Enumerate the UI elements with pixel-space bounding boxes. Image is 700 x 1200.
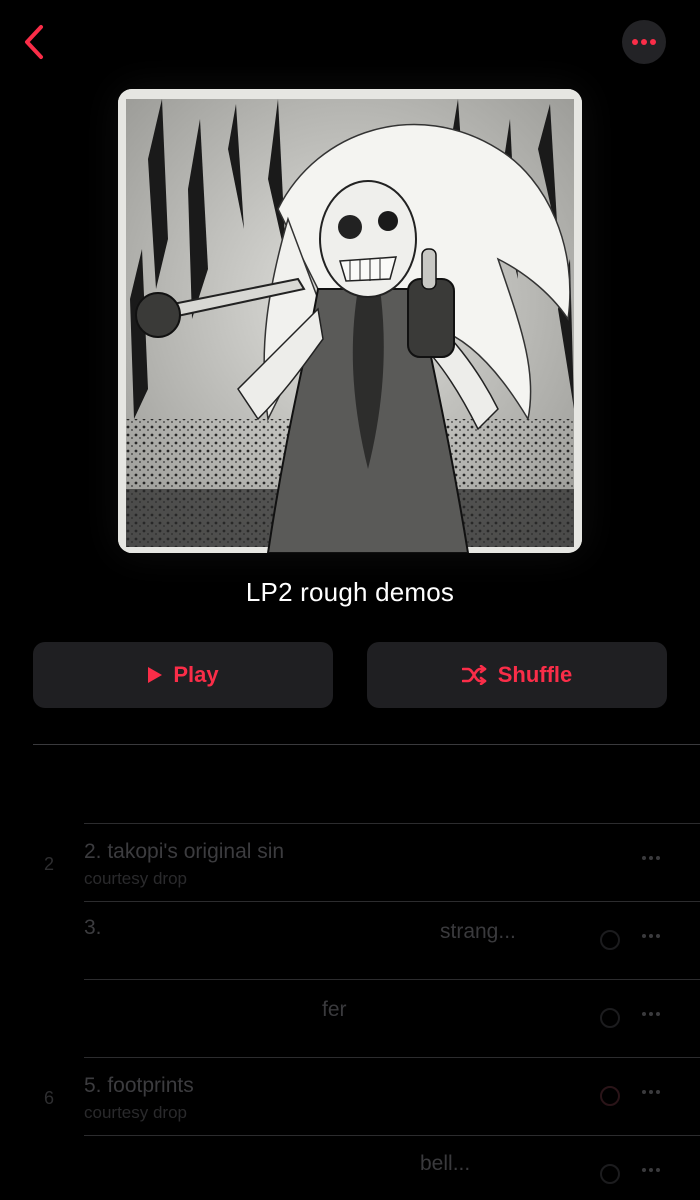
download-icon — [600, 930, 620, 950]
download-icon — [600, 1086, 620, 1106]
album-title: LP2 rough demos — [245, 577, 455, 607]
chevron-left-icon — [25, 25, 43, 59]
track-row[interactable]: bell... — [0, 1136, 700, 1200]
download-icon — [600, 1164, 620, 1184]
play-icon — [148, 667, 163, 683]
track-more-button[interactable] — [642, 1012, 660, 1016]
track-number: 6 — [44, 1088, 55, 1108]
track-title: 3. — [84, 916, 102, 939]
shuffle-button[interactable]: Shuffle — [367, 642, 667, 708]
track-row[interactable]: 3. strang... — [0, 902, 700, 980]
track-title-tail: fer — [322, 998, 347, 1021]
play-button-label: Play — [173, 662, 219, 687]
track-more-button[interactable] — [642, 1090, 660, 1094]
track-subtitle: courtesy drop — [84, 869, 187, 888]
track-more-button[interactable] — [642, 934, 660, 938]
shuffle-icon — [461, 665, 487, 685]
album-artwork[interactable] — [118, 89, 582, 553]
list-divider — [33, 744, 700, 745]
track-title: 5. footprints — [84, 1074, 194, 1097]
track-more-button[interactable] — [642, 1168, 660, 1172]
ellipsis-icon — [632, 39, 656, 45]
artwork-illustration — [118, 89, 582, 553]
back-button[interactable] — [14, 22, 54, 62]
track-title: 2. takopi's original sin — [84, 840, 285, 863]
track-row[interactable]: 6 5. footprints courtesy drop — [0, 1058, 700, 1136]
track-row[interactable] — [0, 746, 700, 824]
track-number: 2 — [44, 854, 55, 874]
track-row[interactable]: 2 2. takopi's original sin courtesy drop — [0, 824, 700, 902]
more-options-button[interactable] — [622, 20, 666, 64]
track-subtitle: courtesy drop — [84, 1103, 187, 1122]
track-title-tail: strang... — [440, 920, 516, 943]
track-title-tail: bell... — [420, 1152, 471, 1175]
track-row[interactable]: fer — [0, 980, 700, 1058]
download-icon — [600, 1008, 620, 1028]
album-screen: LP2 rough demos Play Shuffle 2 2. takopi… — [0, 0, 700, 1200]
play-button[interactable]: Play — [33, 642, 333, 708]
shuffle-button-label: Shuffle — [497, 662, 573, 687]
track-more-button[interactable] — [642, 856, 660, 860]
